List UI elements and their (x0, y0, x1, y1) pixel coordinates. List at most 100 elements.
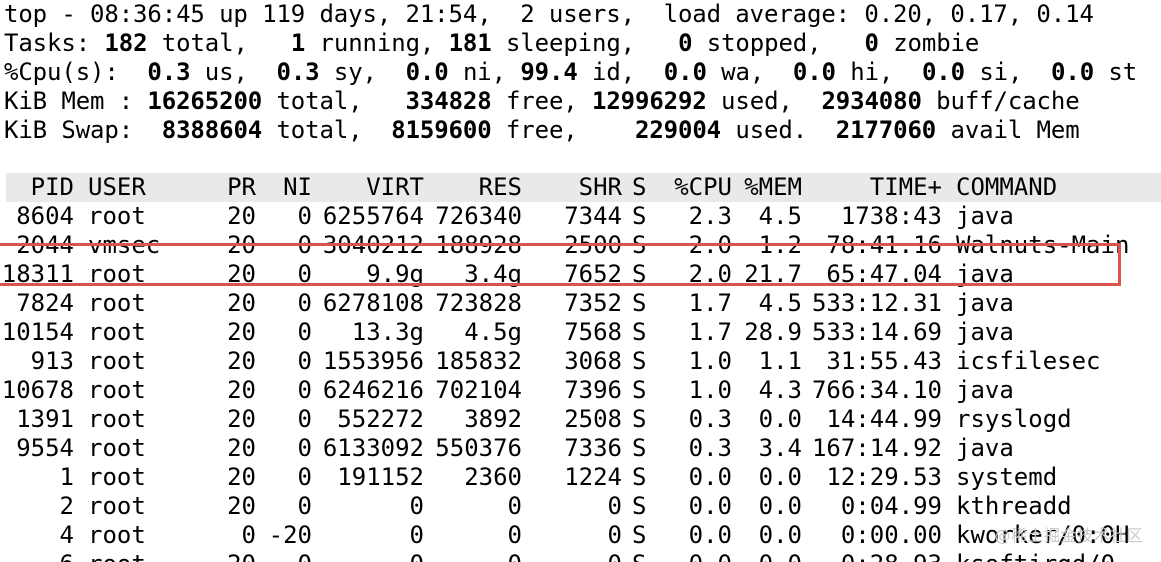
cell-user: root (88, 463, 146, 491)
cell-virt: 191152 (337, 463, 424, 491)
swap-avail-label: avail Mem (950, 116, 1080, 144)
cpu-wa-label: wa, (721, 58, 765, 86)
cell-user: root (88, 492, 146, 520)
tasks-total: 182 (104, 29, 148, 57)
process-row: 2 root 20 0 0 0 0 S 0.0 0.0 0:04.99 kthreadd (0, 492, 1161, 521)
cell-virt: 6255764 (322, 202, 424, 230)
mem-total-label: total, (276, 87, 363, 115)
column-header-shr: SHR (578, 173, 622, 201)
cell-time: 766:34.10 (811, 376, 942, 404)
cell-user: root (88, 260, 146, 288)
mem-free: 334828 (405, 87, 492, 115)
cell-cpu: 2.0 (688, 231, 732, 259)
cell-virt: 0 (409, 492, 424, 520)
cell-pr: 20 (227, 405, 256, 433)
cell-pr: 20 (227, 434, 256, 462)
cell-cpu: 1.7 (688, 289, 732, 317)
cell-s: S (632, 376, 647, 404)
cell-virt: 6246216 (322, 376, 424, 404)
cell-mem: 0.0 (758, 405, 802, 433)
cell-mem: 4.5 (758, 202, 802, 230)
cell-command: rsyslogd (956, 405, 1072, 433)
cell-shr: 7344 (564, 202, 622, 230)
cell-shr: 7352 (564, 289, 622, 317)
cell-pr: 20 (227, 318, 256, 346)
cell-res: 723828 (435, 289, 522, 317)
swap-line: KiB Swap: 8388604 total, 8159600 free, 2… (4, 116, 1080, 145)
process-row-highlighted: 18311 root 20 0 9.9g 3.4g 7652 S 2.0 21.7 65:47.04… (0, 260, 1161, 289)
cpu-us: 0.3 (147, 58, 191, 86)
cell-command: systemd (956, 463, 1058, 491)
cell-pr: 20 (227, 376, 256, 404)
process-row: 4 root 0 -20 0 0 0 S 0.0 0.0 0:00.00 kworker/0:0H (0, 521, 1161, 550)
cell-user: root (88, 347, 146, 375)
cell-res: 0 (508, 550, 522, 562)
cell-command: java (956, 434, 1014, 462)
cell-mem: 1.1 (758, 347, 802, 375)
cell-user: root (88, 289, 146, 317)
cell-s: S (632, 260, 647, 288)
column-header-ni: NI (283, 173, 312, 201)
cell-time: 65:47.04 (826, 260, 942, 288)
cell-command: java (956, 202, 1014, 230)
cell-res: 188928 (435, 231, 522, 259)
cell-ni: 0 (297, 492, 312, 520)
cell-shr: 2508 (564, 405, 622, 433)
cell-pr: 20 (227, 260, 256, 288)
cell-pid: 8604 (16, 202, 74, 230)
cell-pid: 4 (59, 521, 74, 549)
cell-virt: 1553956 (322, 347, 424, 375)
cell-command: java (956, 376, 1014, 404)
swap-free: 8159600 (391, 116, 492, 144)
cell-time: 1738:43 (840, 202, 942, 230)
cell-shr: 0 (607, 492, 622, 520)
column-header-user: USER (88, 173, 146, 201)
process-row: 7824 root 20 0 6278108 723828 7352 S 1.7 4.5 533:1… (0, 289, 1161, 318)
cell-virt: 0 (410, 550, 424, 562)
process-row: 2044 vmsec 20 0 3040212 188928 2500 S 2.0 1.2 78:4… (0, 231, 1161, 260)
tasks-running: 1 (290, 29, 306, 57)
cell-user: root (88, 521, 146, 549)
cell-pid: 913 (30, 347, 74, 375)
tasks-total-label: total, (161, 29, 248, 57)
cpu-si: 0.0 (921, 58, 965, 86)
cell-ni: 0 (297, 376, 312, 404)
cpu-hi-label: hi, (850, 58, 894, 86)
column-header-mem: %MEM (744, 173, 802, 201)
tasks-sleeping-label: sleeping, (505, 29, 636, 57)
cell-mem: 4.3 (758, 376, 802, 404)
cell-time: 0:28.93 (841, 550, 942, 562)
cell-pid: 2044 (16, 231, 74, 259)
mem-total: 16265200 (147, 87, 263, 115)
cell-command: ksoftirqd/0 (956, 550, 1115, 562)
cell-time: 0:00.00 (840, 521, 942, 549)
cell-res: 185832 (435, 347, 522, 375)
cell-user: root (88, 202, 146, 230)
cell-s: S (632, 318, 647, 346)
cell-shr: 3068 (564, 347, 622, 375)
cell-user: root (88, 550, 146, 562)
mem-used-label: used, (721, 87, 793, 115)
cell-ni: 0 (297, 405, 312, 433)
column-header-pid: PID (30, 173, 74, 201)
cell-shr: 0 (607, 521, 622, 549)
column-header-cpu: %CPU (674, 173, 732, 201)
cell-s: S (632, 405, 647, 433)
cell-user: root (88, 434, 146, 462)
cell-ni: 0 (297, 202, 312, 230)
mem-line: KiB Mem : 16265200 total, 334828 free, 1… (4, 87, 1080, 116)
cell-pr: 20 (227, 202, 256, 230)
cell-command: icsfilesec (956, 347, 1101, 375)
swap-used: 229004 (634, 116, 722, 144)
cell-shr: 7568 (564, 318, 622, 346)
cell-pr: 20 (227, 550, 256, 562)
cell-mem: 3.4 (758, 434, 802, 462)
mem-cache-label: buff/cache (936, 87, 1080, 115)
cell-time: 533:12.31 (811, 289, 942, 317)
cell-res: 702104 (435, 376, 522, 404)
cpu-line: %Cpu(s): 0.3 us, 0.3 sy, 0.0 ni, 99.4 id… (4, 58, 1137, 87)
cpu-hi: 0.0 (792, 58, 836, 86)
cell-mem: 21.7 (744, 260, 802, 288)
process-row: 8604 root 20 0 6255764 726340 7344 S 2.3 4.5 1738:… (0, 202, 1161, 231)
cell-res: 3.4g (464, 260, 522, 288)
